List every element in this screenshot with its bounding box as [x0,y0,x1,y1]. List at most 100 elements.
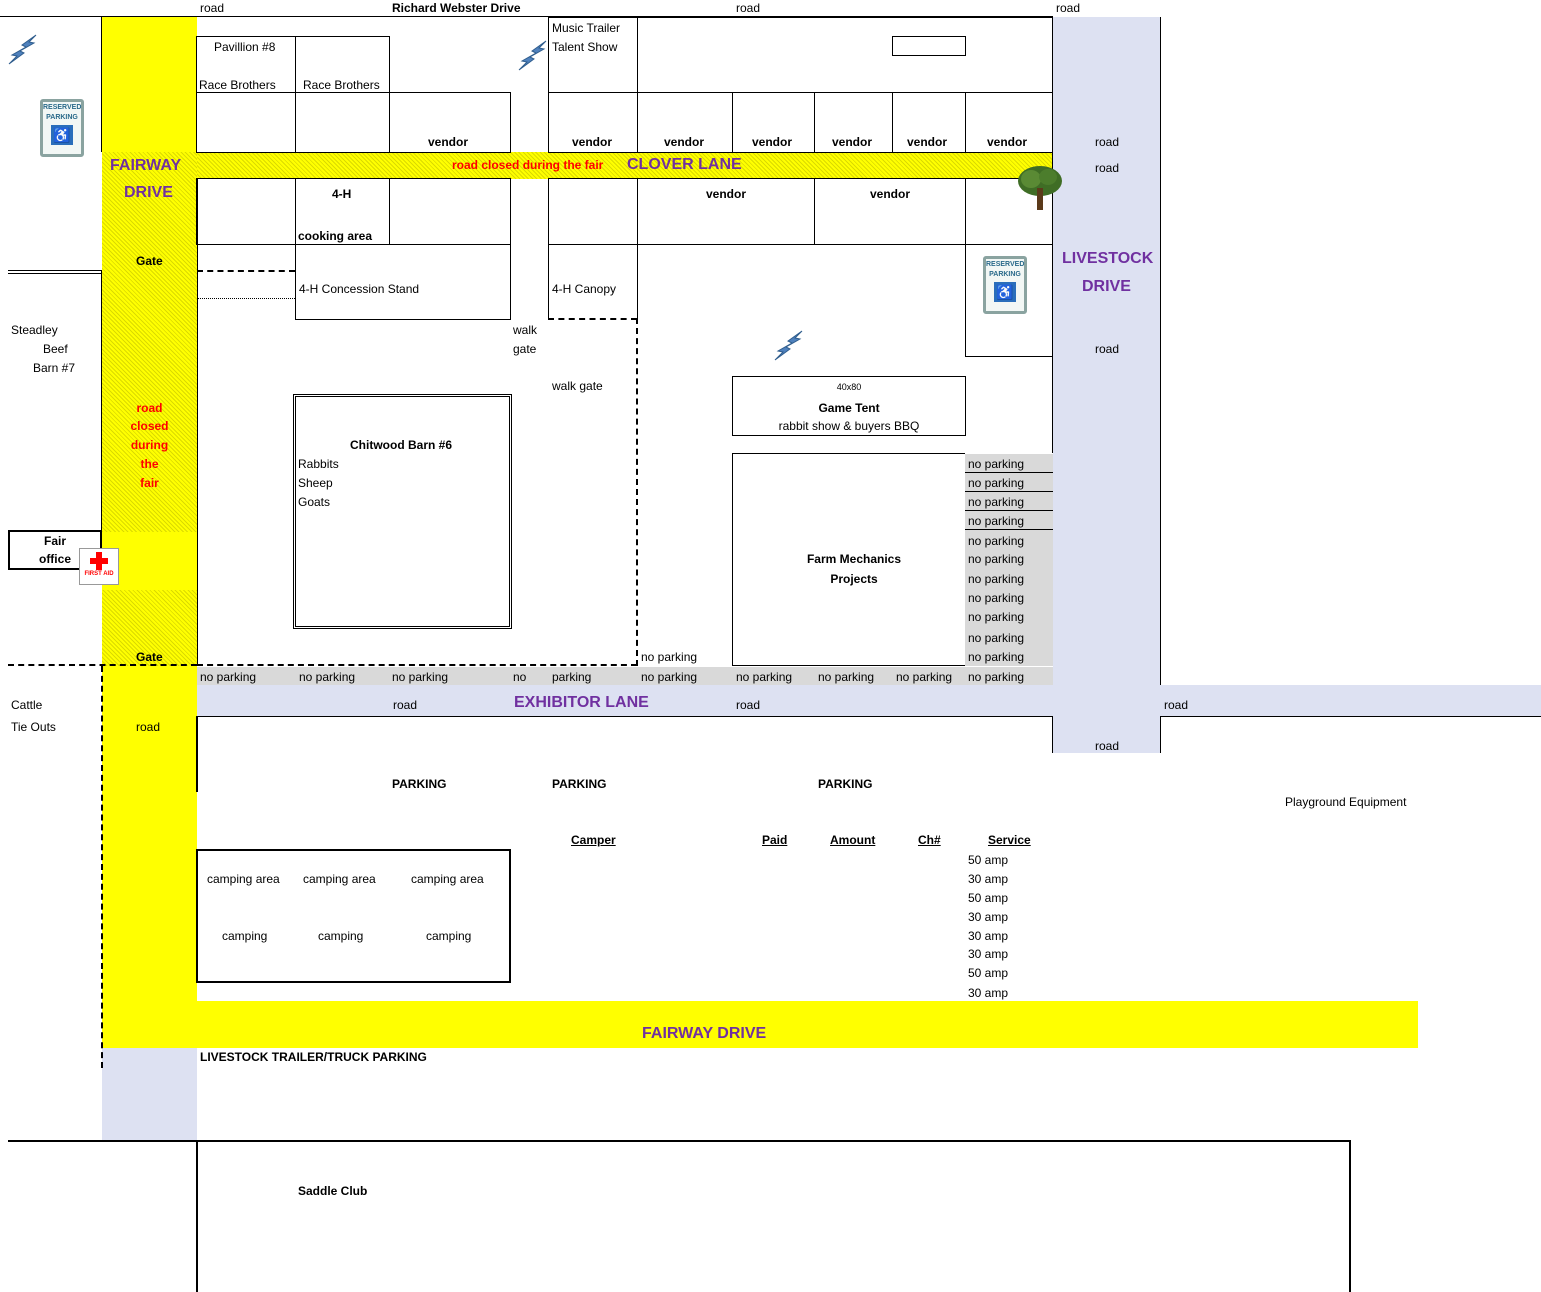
camping-area-label: camping area [411,872,484,886]
chitwood-barn-6 [293,394,512,629]
divider [295,178,296,245]
divider [637,17,638,153]
vendor-label: vendor [706,187,747,201]
race-brothers-label: Race Brothers [199,78,276,92]
divider [965,529,1053,530]
sheep-label: Sheep [298,476,333,490]
walk-gate-label: walk [513,323,538,337]
vendor-label: vendor [664,135,705,149]
road-label: road [136,720,161,734]
no-parking-label: no parking [641,650,698,664]
check-header: Ch# [918,833,941,847]
road-label: road [393,698,418,712]
walk-gate-label: walk gate [552,379,603,393]
road-closed-label: road closed during the fair [452,158,604,172]
no-parking-label: no parking [968,610,1025,624]
no-parking-label: no parking [392,670,449,684]
canopy-label: 4-H Canopy [552,282,617,296]
camping-area-label: camping area [303,872,376,886]
west-boundary [101,17,102,152]
divider [965,472,1053,473]
steadley-label: Steadley [11,323,58,337]
parking-area-label: PARKING [392,777,447,791]
livestock-drive-label: LIVESTOCK [1062,250,1154,267]
small-box [892,36,966,56]
camping-label: camping [318,929,364,943]
no-parking-label: no parking [968,552,1025,566]
talent-show-label: Talent Show [552,40,618,54]
divider [732,92,733,153]
road-label: road [1056,1,1081,15]
no-parking-label: no parking [968,514,1025,528]
road-label: road [1164,698,1189,712]
game-tent-sub: rabbit show & buyers BBQ [778,419,920,433]
parking-area-label: PARKING [818,777,873,791]
music-trailer-label: Music Trailer [552,21,621,35]
road-label: road [1095,342,1120,356]
no-parking-label: no parking [968,457,1025,471]
saddle-club-left [196,1140,198,1292]
reserved-parking-sign-icon: RESERVED PARKING ♿ [40,99,84,157]
pavillion-label: Pavillion #8 [214,40,276,54]
no-parking-label: no parking [641,670,698,684]
fairway-drive-label: FAIRWAY DRIVE [642,1025,767,1042]
road-closed-label: fair [140,476,159,490]
gate-dotted [197,298,295,299]
no-parking-label: no parking [968,572,1025,586]
road-label: road [1095,135,1120,149]
gate-line [197,270,295,272]
saddle-club-right [1349,1140,1351,1292]
no-parking-label: no parking [818,670,875,684]
no-parking-label: no parking [968,650,1025,664]
parking-lot-left [196,716,198,792]
divider [196,92,390,93]
service-value: 50 amp [968,891,1009,905]
divider [814,178,815,245]
barn-top-line [197,178,198,666]
gate-label: Gate [136,254,163,268]
lightning-icon [518,40,547,71]
no-parking-label: no parking [736,670,793,684]
road-label: road [736,698,761,712]
road-label: road [736,1,761,15]
divider [548,92,1053,93]
no-parking-label: no parking [968,670,1025,684]
road-closed-label: the [140,457,159,471]
cooking-area-label: cooking area [298,229,373,243]
tree-icon [1018,166,1062,210]
no-parking-label: no parking [968,534,1025,548]
no-parking-label: no parking [968,495,1025,509]
first-aid-icon: FIRST AID [79,548,119,585]
road-label: road [200,1,225,15]
livestock-drive-road [1053,17,1161,753]
service-value: 50 amp [968,966,1009,980]
saddle-club-top [8,1140,1351,1142]
farm-mechanics-label: Farm Mechanics [806,552,902,566]
cattle-boundary-vertical [101,666,103,1068]
no-parking-label: no parking [968,591,1025,605]
divider [965,178,966,245]
4h-label: 4-H [332,187,352,201]
vendor-label: vendor [832,135,873,149]
road-label: road [1095,739,1120,753]
fairway-drive-south-extension [102,1048,197,1141]
vendor-label: vendor [907,135,948,149]
no-parking-label: no [513,670,527,684]
clover-lane-label: CLOVER LANE [627,156,742,173]
no-parking-label: no parking [968,631,1025,645]
divider [965,510,1053,511]
exhibitor-lane-label: EXHIBITOR LANE [514,694,649,711]
divider [965,92,966,153]
no-parking-label: no parking [299,670,356,684]
divider [814,92,815,153]
lot-mid-side [1052,716,1053,753]
farm-mechanics-label: Projects [830,572,878,586]
handicap-icon: ♿ [994,282,1016,302]
playground-label: Playground Equipment [1285,795,1407,809]
lot-right-top [1161,716,1541,717]
service-value: 30 amp [968,872,1009,886]
divider [892,92,893,153]
road-closed-label: road [136,401,163,415]
service-value: 50 amp [968,853,1009,867]
vendor-row [548,178,1053,245]
